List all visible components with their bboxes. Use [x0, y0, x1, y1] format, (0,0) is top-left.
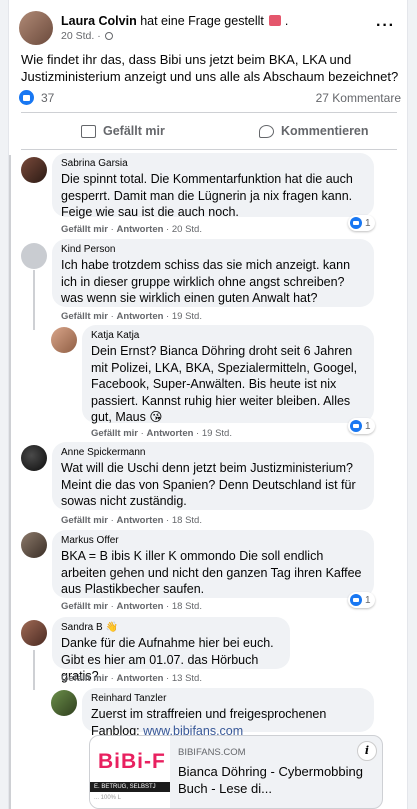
comment-time[interactable]: 13 Std.	[172, 673, 202, 684]
post-action: hat eine Frage gestellt	[140, 14, 264, 28]
comment-text: Dein Ernst? Bianca Döhring droht seit 6 …	[91, 344, 358, 424]
comment-icon	[259, 124, 274, 138]
comment-like-link[interactable]: Gefällt mir	[61, 601, 108, 612]
comment-reply-link[interactable]: Antworten	[116, 673, 163, 684]
comment-bubble: Sandra B 👋 Danke für die Aufnahme hier b…	[52, 617, 290, 683]
preview-image: BiBi-F E. BETRUG, SELBSTJ ... 100% L	[90, 736, 170, 808]
commenter-name-line: Sandra B 👋	[61, 622, 281, 634]
comment-time[interactable]: 20 Std.	[172, 224, 202, 235]
preview-logo-text: BiBi-F	[98, 750, 166, 773]
comment-time[interactable]: 19 Std.	[172, 311, 202, 322]
post-card: Laura Colvin hat eine Frage gestellt . 2…	[8, 0, 408, 809]
comment-like-link[interactable]: Gefällt mir	[61, 311, 108, 322]
comment-time[interactable]: 18 Std.	[172, 515, 202, 526]
like-reaction-icon[interactable]	[19, 90, 34, 105]
comment-reply-link[interactable]: Antworten	[116, 311, 163, 322]
like-reaction-icon	[350, 420, 362, 432]
comment-text: Ich habe trotzdem schiss das sie mich an…	[61, 258, 351, 305]
like-button-label: Gefällt mir	[103, 124, 165, 138]
comment-reply-link[interactable]: Antworten	[116, 224, 163, 235]
post-time: 20 Std. ·	[61, 30, 113, 42]
divider	[21, 149, 397, 150]
link-preview-card[interactable]: BiBi-F E. BETRUG, SELBSTJ ... 100% L BIB…	[89, 735, 383, 809]
commenter-avatar[interactable]	[51, 690, 77, 716]
preview-domain: BIBIFANS.COM	[178, 747, 246, 758]
preview-title: Bianca Döhring - Cybermobbing Buch - Les…	[178, 764, 363, 796]
comment-meta: Gefällt mir · Antworten · 18 Std.	[61, 601, 202, 612]
thread-line	[33, 270, 35, 330]
comment-meta: Gefällt mir · Antworten · 20 Std.	[61, 224, 202, 235]
comment-meta: Gefällt mir · Antworten · 19 Std.	[61, 311, 202, 322]
commenter-avatar[interactable]	[21, 445, 47, 471]
more-options-button[interactable]: ···	[376, 17, 395, 35]
comment-meta: Gefällt mir · Antworten · 13 Std.	[61, 673, 202, 684]
commenter-name[interactable]: Sabrina Garsia	[61, 158, 365, 170]
like-reaction-icon	[350, 217, 362, 229]
author-name[interactable]: Laura Colvin	[61, 14, 137, 28]
comment-bubble: Sabrina Garsia Die spinnt total. Die Kom…	[52, 153, 374, 219]
author-avatar[interactable]	[19, 11, 53, 45]
commenter-name[interactable]: Reinhard Tanzler	[91, 693, 365, 705]
commenter-avatar[interactable]	[21, 620, 47, 646]
commenter-avatar[interactable]	[21, 243, 47, 269]
post-text: Wie findet ihr das, dass Bibi uns jetzt …	[21, 52, 399, 84]
thumbs-up-icon	[81, 124, 96, 138]
preview-strip-text: E. BETRUG, SELBSTJ	[90, 782, 170, 792]
comment-reply-link[interactable]: Antworten	[116, 601, 163, 612]
comment-button[interactable]: Kommentieren	[259, 117, 369, 145]
question-icon	[269, 15, 282, 26]
like-button[interactable]: Gefällt mir	[81, 117, 165, 145]
commenter-avatar[interactable]	[21, 157, 47, 183]
commenter-name[interactable]: Sandra B	[61, 622, 103, 633]
commenter-name[interactable]: Kind Person	[61, 244, 365, 256]
globe-icon	[104, 32, 113, 40]
comment-text: Wat will die Uschi denn jetzt beim Justi…	[61, 461, 356, 508]
comment-count[interactable]: 27 Kommentare	[316, 91, 401, 105]
thread-line	[9, 155, 11, 809]
comment-bubble: Katja Katja Dein Ernst? Bianca Döhring d…	[82, 325, 374, 424]
post-stats: 37 27 Kommentare	[19, 89, 401, 107]
info-icon[interactable]: i	[357, 741, 377, 761]
comment-bubble: Kind Person Ich habe trotzdem schiss das…	[52, 239, 374, 307]
commenter-name[interactable]: Markus Offer	[61, 535, 365, 547]
comment-reply-link[interactable]: Antworten	[116, 515, 163, 526]
comment-bubble: Reinhard Tanzler Zuerst im straffreien u…	[82, 688, 374, 738]
post-timestamp[interactable]: 20 Std. ·	[61, 30, 101, 42]
comment-time[interactable]: 18 Std.	[172, 601, 202, 612]
commenter-avatar[interactable]	[21, 532, 47, 558]
comment-bubble: Anne Spickermann Wat will die Uschi denn…	[52, 442, 374, 510]
post-actions: Gefällt mir Kommentieren	[21, 117, 397, 145]
comment-like-link[interactable]: Gefällt mir	[61, 224, 108, 235]
preview-strip2-text: ... 100% L	[94, 795, 122, 801]
comment-meta: Gefällt mir · Antworten · 19 Std.	[91, 428, 232, 439]
comment-reactions[interactable]: 1	[348, 418, 375, 434]
comment-reply-link[interactable]: Antworten	[146, 428, 193, 439]
comment-button-label: Kommentieren	[281, 124, 369, 138]
like-count[interactable]: 37	[41, 91, 54, 105]
like-reaction-icon	[350, 594, 362, 606]
comment-bubble: Markus Offer BKA = B ibis K iller K ommo…	[52, 530, 374, 598]
post-header: Laura Colvin hat eine Frage gestellt . 2…	[19, 11, 399, 45]
commenter-name[interactable]: Anne Spickermann	[61, 447, 365, 459]
comment-text: BKA = B ibis K iller K ommondo Die soll …	[61, 549, 362, 596]
comment-like-link[interactable]: Gefällt mir	[61, 515, 108, 526]
comment-like-link[interactable]: Gefällt mir	[61, 673, 108, 684]
comment-reactions[interactable]: 1	[348, 592, 375, 608]
comment-time[interactable]: 19 Std.	[202, 428, 232, 439]
post-author-line: Laura Colvin hat eine Frage gestellt .	[61, 14, 289, 28]
comment-reactions[interactable]: 1	[348, 215, 375, 231]
comment-like-link[interactable]: Gefällt mir	[91, 428, 138, 439]
comment-text: Die spinnt total. Die Kommentarfunktion …	[61, 172, 353, 219]
thread-line	[33, 650, 35, 690]
comment-meta: Gefällt mir · Antworten · 18 Std.	[61, 515, 202, 526]
commenter-avatar[interactable]	[51, 327, 77, 353]
divider	[21, 112, 397, 113]
commenter-name[interactable]: Katja Katja	[91, 330, 365, 342]
wave-emoji: 👋	[105, 622, 118, 633]
